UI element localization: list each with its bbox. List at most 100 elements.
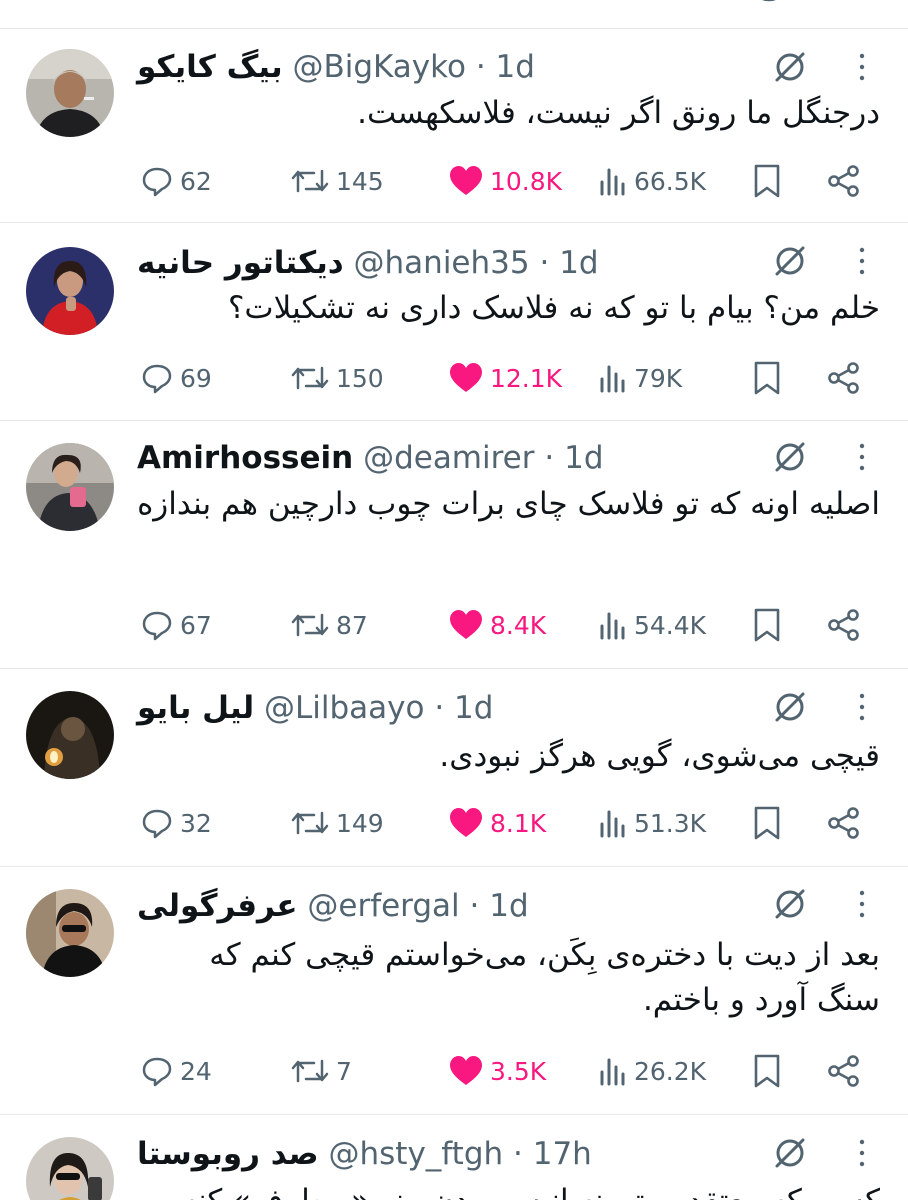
tweet[interactable]: بیگ کایکو @BigKayko · 1d درجنگل ما رونق … [0,29,908,223]
bookmark-button[interactable] [752,803,782,843]
bookmark-icon [754,806,780,840]
avatar[interactable] [26,1137,114,1200]
display-name[interactable]: بیگ کایکو [137,49,283,85]
views-icon [600,168,625,196]
tweet[interactable]: عرفرگولی @erfergal · 1d بعد از دیت با دخ… [0,867,908,1115]
timestamp[interactable]: 1d [489,888,528,924]
reply-button[interactable]: 62 [140,161,212,201]
tweet-actions: 62 145 10.8K 66.5K [140,161,870,201]
tweet-actions: 67 87 8.4K 54.4K [140,605,870,645]
share-button[interactable] [826,1051,862,1091]
share-icon [828,1055,859,1087]
user-handle[interactable]: @Lilbaayo [264,690,424,726]
reply-button[interactable]: 69 [140,358,212,398]
bookmark-button[interactable] [752,358,782,398]
like-button[interactable]: 12.1K [448,358,562,398]
grok-icon[interactable] [772,439,808,475]
reply-button[interactable]: 24 [140,1051,212,1091]
like-button[interactable]: 8.1K [448,803,546,843]
retweet-count: 145 [336,166,384,196]
retweet-button[interactable]: 87 [290,605,368,645]
timestamp[interactable]: 1d [496,49,535,85]
avatar[interactable] [26,889,114,977]
display-name[interactable]: عرفرگولی [137,888,298,924]
more-icon[interactable] [844,243,880,279]
retweet-button[interactable]: 145 [290,161,384,201]
bookmark-button[interactable] [752,605,782,645]
retweet-icon [291,613,329,637]
retweet-button[interactable]: 7 [290,1051,352,1091]
reply-button[interactable]: 32 [140,803,212,843]
separator-dot: · [544,440,555,476]
tweet[interactable]: لیل بایو @Lilbaayo · 1d قیچی می‌شوی، گوی… [0,669,908,867]
avatar[interactable] [26,691,114,779]
bookmark-button[interactable] [752,1051,782,1091]
like-button[interactable]: 3.5K [448,1051,546,1091]
share-button[interactable] [826,161,862,201]
grok-icon[interactable] [772,49,808,85]
timestamp[interactable]: 1d [564,440,603,476]
display-name[interactable]: Amirhossein [137,440,353,476]
reply-icon [142,364,172,394]
more-icon[interactable] [844,1135,880,1171]
avatar[interactable] [26,443,114,531]
separator-dot: · [475,49,486,85]
views-icon [600,810,625,838]
user-handle[interactable]: @hsty_ftgh [329,1136,504,1172]
heart-icon [450,610,482,639]
tweet-text: بعد از دیت با دختره‌ی بِکَن، می‌خواستم ق… [209,937,880,1018]
avatar[interactable] [26,49,114,137]
views-button[interactable]: 54.4K [598,605,706,645]
reply-count: 32 [180,808,212,838]
user-handle[interactable]: @hanieh35 [354,245,530,281]
tweet-text: قیچی می‌شوی، گویی هرگز نبودی. [439,738,880,774]
views-button[interactable]: 51.3K [598,803,706,843]
tweet[interactable]: دیکتاتور حانیه @hanieh35 · 1d خلم من؟ بی… [0,223,908,421]
views-button[interactable]: 26.2K [598,1051,706,1091]
previous-tweet-edge [0,0,908,29]
timestamp[interactable]: 17h [533,1136,592,1172]
display-name[interactable]: صد روبوستا [137,1136,319,1172]
grok-icon[interactable] [772,886,808,922]
retweet-button[interactable]: 150 [290,358,384,398]
like-button[interactable]: 10.8K [448,161,562,201]
share-button[interactable] [826,358,862,398]
reply-button[interactable]: 67 [140,605,212,645]
share-button[interactable] [826,605,862,645]
more-icon[interactable] [844,886,880,922]
grok-icon[interactable] [772,689,808,725]
more-icon[interactable] [844,439,880,475]
views-icon [600,365,625,393]
grok-icon[interactable] [772,1135,808,1171]
like-button[interactable]: 8.4K [448,605,546,645]
tweet[interactable]: صد روبوستا @hsty_ftgh · 17h کسی که معتقد… [0,1115,908,1200]
retweet-icon [291,1059,329,1083]
user-handle[interactable]: @deamirer [363,440,534,476]
views-button[interactable]: 79K [598,358,682,398]
views-button[interactable]: 66.5K [598,161,706,201]
retweet-icon [291,811,329,835]
timestamp[interactable]: 1d [559,245,598,281]
retweet-button[interactable]: 149 [290,803,384,843]
tweet[interactable]: Amirhossein @deamirer · 1d اصلیه اونه که… [0,421,908,669]
grok-icon[interactable] [772,243,808,279]
tweet-header: عرفرگولی @erfergal · 1d [137,886,529,926]
display-name[interactable]: دیکتاتور حانیه [137,245,344,281]
tweet-text: اصلیه اونه که تو فلاسک چای برات چوب دارچ… [137,486,880,522]
timestamp[interactable]: 1d [454,690,493,726]
user-handle[interactable]: @erfergal [307,888,459,924]
share-button[interactable] [826,803,862,843]
separator-dot: · [469,888,480,924]
more-icon[interactable] [844,689,880,725]
tweet-header: بیگ کایکو @BigKayko · 1d [137,47,535,87]
bookmark-button[interactable] [752,161,782,201]
avatar[interactable] [26,247,114,335]
retweet-count: 149 [336,808,384,838]
views-icon [600,1058,625,1086]
bookmark-icon [754,361,780,395]
more-icon[interactable] [844,49,880,85]
share-icon [828,165,859,197]
user-handle[interactable]: @BigKayko [292,49,466,85]
view-count: 79K [634,363,683,393]
display-name[interactable]: لیل بایو [137,690,254,726]
